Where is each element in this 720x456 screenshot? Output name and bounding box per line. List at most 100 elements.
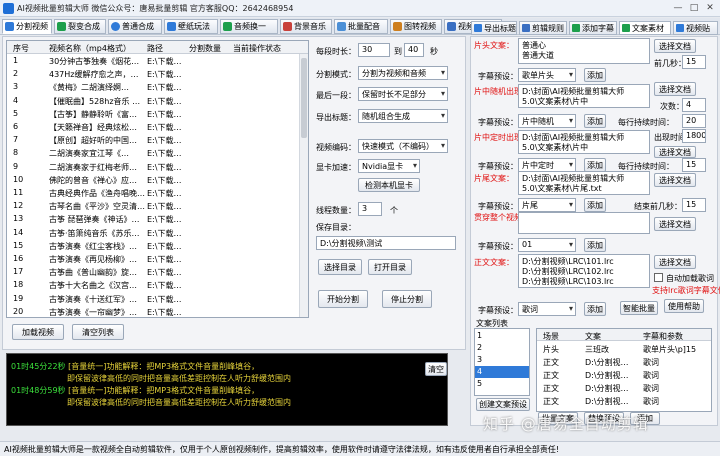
save-dir-input[interactable]: D:\分割视频\测试 [316,236,456,250]
table-row[interactable]: 16 古筝演奏《再见杨柳》… E:\下载… [7,252,308,265]
material-grid[interactable]: 场景 文案 字幕和参数 片头 三班改 歌单片头\p]15 正文 D:\分割视… 歌词 正文 D… [536,328,712,412]
stop-split-button[interactable]: 停止分割 [382,290,432,308]
detect-gpu-button[interactable]: 检测本机显卡 [358,178,420,192]
clear-list-button[interactable]: 清空列表 [72,324,124,340]
tab-bgm[interactable]: 背景音乐 [280,19,332,34]
table-row[interactable]: 2 437Hz缓解疗愈之声，… E:\下载… [7,67,308,80]
tab-video-sticker[interactable]: 视频贴 [673,21,718,35]
gpu-select[interactable]: Nvidia显卡 [358,159,420,173]
list-item[interactable]: 4 [477,367,482,376]
maximize-icon[interactable]: □ [688,3,700,13]
list-item[interactable]: 3 [477,355,482,364]
tab-export-title[interactable]: 导出标题 [471,21,517,35]
tail-choose-doc-button[interactable]: 选择文档 [654,173,696,187]
preset-fixed-select[interactable]: 片中定时 [518,158,576,172]
grid-row[interactable]: 正文 D:\分割视… 歌词 [537,381,711,394]
mode-select[interactable]: 分割为视频和音频 [358,66,448,80]
keep-random-input[interactable]: 20 [682,114,706,128]
body-text-area[interactable]: D:\分割视频\LRC\101.lrc D:\分割视频\LRC\102.lrc … [518,254,650,288]
start-split-button[interactable]: 开始分割 [318,290,368,308]
grid-row[interactable]: 正文 D:\分割视… 歌词 [537,355,711,368]
random-choose-doc-button[interactable]: 选择文档 [654,82,696,96]
table-scrollbar[interactable] [299,54,308,317]
tab-fission-merge[interactable]: 裂变合成 [54,19,106,34]
times-input[interactable]: 4 [682,98,706,112]
add-body-button[interactable]: 添加 [584,302,606,316]
front-seconds-input[interactable]: 15 [682,55,706,69]
fixed-text-area[interactable]: D:\封面\AI视频批量剪辑大师5.0\文案素材\片中 [518,130,650,154]
table-row[interactable]: 7 【原创】超好听的中国… E:\下载… [7,133,308,146]
table-row[interactable]: 1 30分钟古筝独奏《烟花… E:\下载… [7,54,308,67]
full-choose-doc-button[interactable]: 选择文档 [654,217,696,231]
list-item[interactable]: 2 [477,343,482,352]
doc-list[interactable]: 1 2 3 4 5 [474,328,530,396]
table-row[interactable]: 6 【天籁禅音】经典炫松… E:\下载… [7,120,308,133]
tab-normal-merge[interactable]: 普通合成 [108,19,162,34]
auto-lyrics-checkbox[interactable] [654,273,663,282]
table-row[interactable]: 3 《黄梅》二胡演绎婀… E:\下载… [7,80,308,93]
tab-split-video[interactable]: 分割视频 [2,19,52,34]
grid-row[interactable]: 正文 D:\分割视… 歌词 [537,394,711,407]
preset-full-select[interactable]: 01 [518,238,576,252]
list-item[interactable]: 5 [477,379,482,388]
table-row[interactable]: 5 【古筝】静静聆听《富… E:\下载… [7,107,308,120]
tail-text-area[interactable]: D:\封面\AI视频批量剪辑大师5.0\文案素材\片尾.txt [518,171,650,195]
preset-random-select[interactable]: 片中随机 [518,114,576,128]
tab-add-subtitle[interactable]: 添加字幕 [569,21,617,35]
preset-head-select[interactable]: 歌单片头 [518,68,576,82]
list-item[interactable]: 1 [477,331,482,340]
table-row[interactable]: 20 古筝演奏《一帘幽梦》… E:\下载… [7,305,308,317]
table-row[interactable]: 13 古筝 琵琶弹奏《神话》… E:\下载… [7,212,308,225]
table-row[interactable]: 4 【催眠曲】528hz音乐 … E:\下载… [7,94,308,107]
preset-body-select[interactable]: 歌词 [518,302,576,316]
table-row[interactable]: 10 佛陀的曾音《禅心》应… E:\下载… [7,173,308,186]
clear-log-button[interactable]: 清空 [425,362,447,376]
load-video-button[interactable]: 加载视频 [12,324,64,340]
preset-tail-select[interactable]: 片尾 [518,198,576,212]
table-row[interactable]: 12 古琴名曲《平沙》空灵清… E:\下载… [7,199,308,212]
tab-audio-replace[interactable]: 音频换一 [220,19,278,34]
table-row[interactable]: 11 古典经典作品《渔舟唱晚… E:\下载… [7,186,308,199]
last-segment-select[interactable]: 保留时长不足部分 [358,87,448,101]
appear-time-input[interactable]: 1800 [682,129,706,143]
keep-fixed-input[interactable]: 15 [682,158,706,172]
threads-input[interactable]: 3 [358,202,382,216]
duration-to-input[interactable]: 40 [404,43,424,57]
table-row[interactable]: 9 二胡演奏家于红梅老师… E:\下载… [7,160,308,173]
table-row[interactable]: 8 二胡演奏家宜江琴《… E:\下载… [7,146,308,159]
encode-select[interactable]: 快速模式（不编码） [358,139,448,153]
minimize-icon[interactable]: — [672,3,684,13]
add-fixed-button[interactable]: 添加 [584,158,606,172]
duration-from-input[interactable]: 30 [358,43,390,57]
smart-batch-button[interactable]: 智能批量 [620,301,658,315]
add-random-button[interactable]: 添加 [584,114,606,128]
choose-dir-button[interactable]: 选择目录 [318,259,362,275]
tab-wallpaper[interactable]: 壁纸玩法 [164,19,218,34]
add-full-button[interactable]: 添加 [584,238,606,252]
tab-text-material[interactable]: 文案素材 [619,21,671,35]
fixed-choose-doc-button[interactable]: 选择文档 [654,146,696,158]
add-tail-button[interactable]: 添加 [584,198,606,212]
help-button[interactable]: 使用帮助 [664,299,704,313]
table-row[interactable]: 17 古筝曲《普山幽韵》旋… E:\下载… [7,265,308,278]
open-dir-button[interactable]: 打开目录 [368,259,412,275]
scroll-thumb[interactable] [301,58,307,138]
export-title-select[interactable]: 随机组合生成 [358,109,448,123]
table-row[interactable]: 18 古筝十大名曲之《汉宫… E:\下载… [7,278,308,291]
close-icon[interactable]: ✕ [704,3,716,13]
table-row[interactable]: 15 古筝演奏《红尘客栈》… E:\下载… [7,239,308,252]
end-seconds-input[interactable]: 15 [682,198,706,212]
grid-row[interactable]: 片头 三班改 歌单片头\p]15 [537,342,711,355]
grid-row[interactable]: 正文 D:\分割视… 歌词 [537,368,711,381]
head-choose-doc-button[interactable]: 选择文档 [654,39,696,53]
table-row[interactable]: 14 古筝·笛箫纯音乐《苏乐… E:\下载… [7,226,308,239]
tab-edit-rules[interactable]: 剪辑规则 [519,21,567,35]
table-row[interactable]: 19 古筝演奏《十送红军》… E:\下载… [7,292,308,305]
create-doc-preset-button[interactable]: 创建文案预设 [476,398,530,411]
random-text-area[interactable]: D:\封面\AI视频批量剪辑大师5.0\文案素材\片中 [518,84,650,108]
body-choose-doc-button[interactable]: 选择文档 [654,255,696,269]
video-table[interactable]: 序号 视频名称（mp4格式） 路径 分割数量 当前操作状态 1 30分钟古筝独奏《… [6,40,309,318]
head-text-area[interactable]: 普通心 普通大道 [518,38,650,64]
add-head-button[interactable]: 添加 [584,68,606,82]
tab-batch-dub[interactable]: 批量配音 [334,19,388,34]
